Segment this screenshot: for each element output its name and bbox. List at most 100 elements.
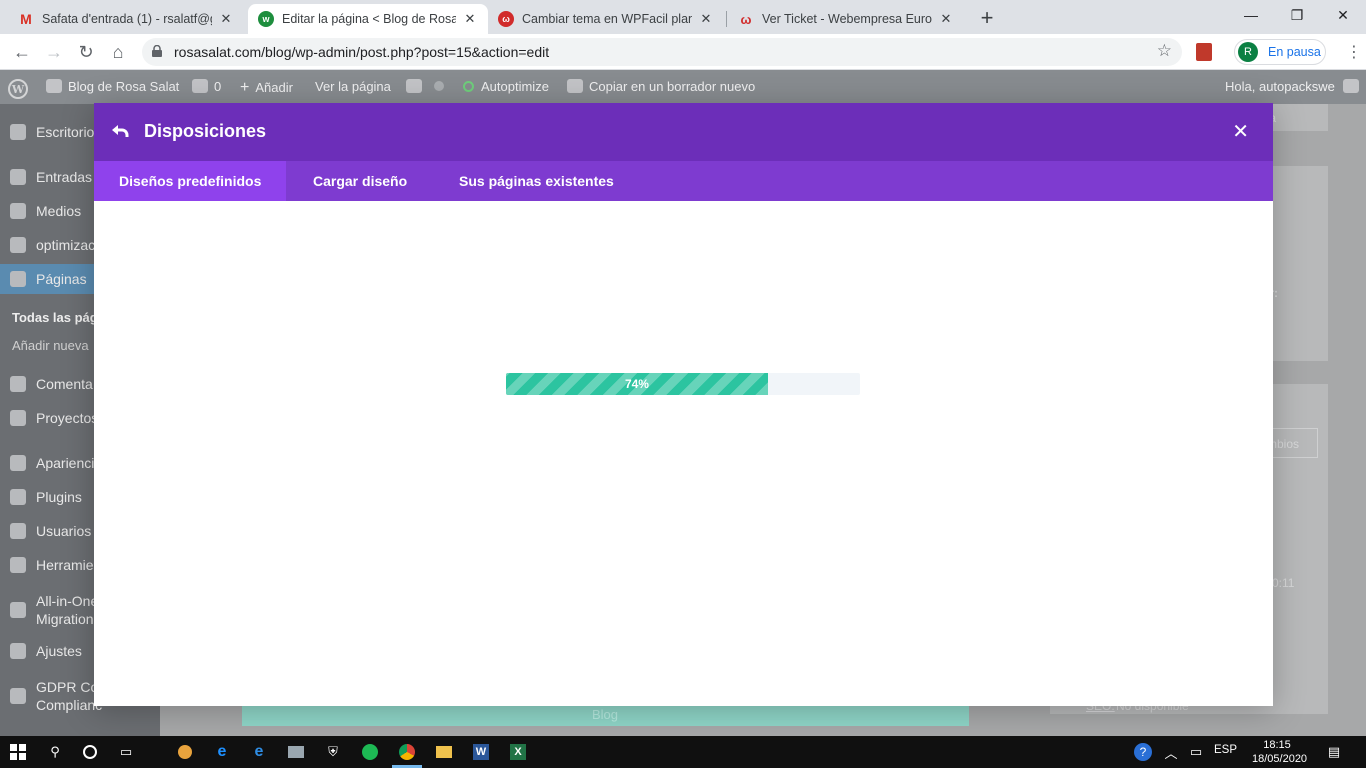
tab-disenos-predefinidos[interactable]: Diseños predefinidos <box>94 161 287 201</box>
avatar: R <box>1238 42 1258 62</box>
sidebar-item-label: Usuarios <box>36 523 92 539</box>
sidebar-item-label: Páginas <box>36 271 87 287</box>
dashboard-icon <box>10 124 26 140</box>
new-tab-button[interactable]: + <box>976 5 998 31</box>
site-name-link[interactable]: Blog de Rosa Salat <box>46 79 179 94</box>
account-link[interactable]: Hola, autopackswe <box>1225 79 1359 94</box>
autoptimize-icon <box>463 81 474 92</box>
internet-explorer-icon[interactable]: e <box>249 742 269 762</box>
windows-taskbar: ⚲ ▭ e e ⛨ W X ? ︿ ▭ ESP 18:15 18/05/2020… <box>0 736 1366 768</box>
sidebar-item-label: Proyectos <box>36 410 99 426</box>
excel-icon[interactable]: X <box>508 742 528 762</box>
close-window-button[interactable]: ✕ <box>1320 0 1366 30</box>
search-icon[interactable]: ⚲ <box>45 742 65 762</box>
add-new-link[interactable]: + Añadir <box>240 79 293 97</box>
user-avatar-icon <box>1342 79 1359 93</box>
modal-tabs: Diseños predefinidos Cargar diseño Sus p… <box>94 161 1273 201</box>
lock-icon <box>152 45 162 57</box>
loading-progress-bar: 74% <box>506 373 860 395</box>
forward-arrow-icon[interactable]: → <box>42 40 66 64</box>
clock-date: 18/05/2020 <box>1252 753 1308 765</box>
status-dot-icon <box>434 79 444 94</box>
close-tab-icon[interactable]: ✕ <box>218 11 234 27</box>
profile-status: En pausa <box>1268 45 1321 59</box>
tab-separator <box>726 11 727 27</box>
sidebar-sub-add-new[interactable]: Añadir nueva <box>12 338 89 353</box>
close-tab-icon[interactable]: ✕ <box>462 11 478 27</box>
minimize-button[interactable]: — <box>1228 0 1274 30</box>
copy-draft-label: Copiar en un borrador nuevo <box>589 79 756 94</box>
chevron-up-icon[interactable]: ︿ <box>1161 742 1181 762</box>
users-icon <box>10 523 26 539</box>
copy-icon <box>567 79 583 93</box>
restore-button[interactable]: ❐ <box>1274 0 1320 30</box>
home-icon <box>46 79 62 93</box>
autoptimize-label: Autoptimize <box>481 79 549 94</box>
sidebar-item-label: Entradas <box>36 169 93 185</box>
edge-icon[interactable]: e <box>212 742 232 762</box>
gdpr-icon <box>10 688 26 704</box>
tab-title: Safata d'entrada (1) - rsalatf@gm <box>42 12 212 26</box>
word-icon[interactable]: W <box>471 742 491 762</box>
media-icon <box>10 203 26 219</box>
security-shield-icon[interactable]: ⛨ <box>323 742 343 762</box>
progress-label: 74% <box>624 377 649 391</box>
pages-icon <box>10 271 26 287</box>
wordpress-logo-icon[interactable]: W <box>8 79 28 99</box>
browser-tab-gmail[interactable]: M Safata d'entrada (1) - rsalatf@gm ✕ <box>8 4 244 34</box>
browser-tab-editar[interactable]: w Editar la página < Blog de Rosa S ✕ <box>248 4 488 34</box>
browser-tab-ticket[interactable]: ω Ver Ticket - Webempresa Europa ✕ <box>728 4 964 34</box>
browser-menu-icon[interactable]: ⋮ <box>1346 42 1362 62</box>
language-indicator[interactable]: ESP <box>1214 744 1237 756</box>
close-tab-icon[interactable]: ✕ <box>698 11 714 27</box>
copy-draft-link[interactable]: Copiar en un borrador nuevo <box>567 79 755 94</box>
pdf-extension-icon[interactable] <box>1196 43 1212 61</box>
back-arrow-icon[interactable] <box>110 121 130 141</box>
wp-admin-bar: W Blog de Rosa Salat 0 + Añadir Ver la pá… <box>0 70 1366 104</box>
yoast-icon[interactable] <box>406 79 422 94</box>
windows-start-icon[interactable] <box>10 744 26 760</box>
bookmark-star-icon[interactable]: ☆ <box>1157 41 1172 61</box>
tab-cargar-diseno[interactable]: Cargar diseño <box>288 161 432 201</box>
modal-title: Disposiciones <box>144 121 267 141</box>
webempresa-icon: w <box>258 11 274 27</box>
reload-icon[interactable]: ↻ <box>74 40 98 64</box>
address-bar[interactable]: rosasalat.com/blog/wp-admin/post.php?pos… <box>142 38 1182 66</box>
autoptimize-link[interactable]: Autoptimize <box>463 79 549 94</box>
add-new-label: Añadir <box>255 80 293 95</box>
chrome-icon[interactable] <box>397 742 417 762</box>
profile-button[interactable]: R En pausa <box>1234 39 1326 65</box>
wrench-icon <box>10 557 26 573</box>
tab-title: Ver Ticket - Webempresa Europa <box>762 12 932 26</box>
url-text: rosasalat.com/blog/wp-admin/post.php?pos… <box>174 44 550 60</box>
remote-desktop-icon[interactable] <box>286 742 306 762</box>
migration-icon <box>10 602 26 618</box>
comments-link[interactable]: 0 <box>192 79 221 94</box>
clock-time: 18:15 <box>1263 739 1291 751</box>
close-icon[interactable]: ✕ <box>1232 119 1249 144</box>
volume-icon[interactable] <box>1192 742 1212 762</box>
back-arrow-icon[interactable]: ← <box>10 40 34 64</box>
system-clock[interactable]: 18:15 18/05/2020 <box>1252 738 1308 766</box>
sidebar-item-label: Comenta <box>36 376 93 392</box>
browser-tab-wpfacil[interactable]: ω Cambiar tema en WPFacil plantill ✕ <box>488 4 724 34</box>
svg-text:W: W <box>11 83 25 96</box>
help-icon[interactable]: ? <box>1133 742 1153 762</box>
sidebar-item-label: optimizac <box>36 237 96 253</box>
spotify-icon[interactable] <box>360 742 380 762</box>
tab-paginas-existentes[interactable]: Sus páginas existentes <box>434 161 639 201</box>
notifications-icon[interactable]: ▤ <box>1324 742 1344 762</box>
cortana-icon[interactable] <box>80 742 100 762</box>
photos-icon[interactable] <box>175 742 195 762</box>
home-icon[interactable]: ⌂ <box>106 40 130 64</box>
sidebar-sub-all-pages[interactable]: Todas las pág <box>12 310 98 325</box>
close-tab-icon[interactable]: ✕ <box>938 11 954 27</box>
sidebar-item-label: Aparienci <box>36 455 95 471</box>
task-view-icon[interactable]: ▭ <box>116 742 136 762</box>
file-explorer-icon[interactable] <box>434 742 454 762</box>
view-page-link[interactable]: Ver la página <box>315 79 391 94</box>
divi-module-bar: Blog <box>242 704 969 726</box>
settings-icon <box>10 643 26 659</box>
plugin-icon <box>10 489 26 505</box>
site-name: Blog de Rosa Salat <box>68 79 180 94</box>
